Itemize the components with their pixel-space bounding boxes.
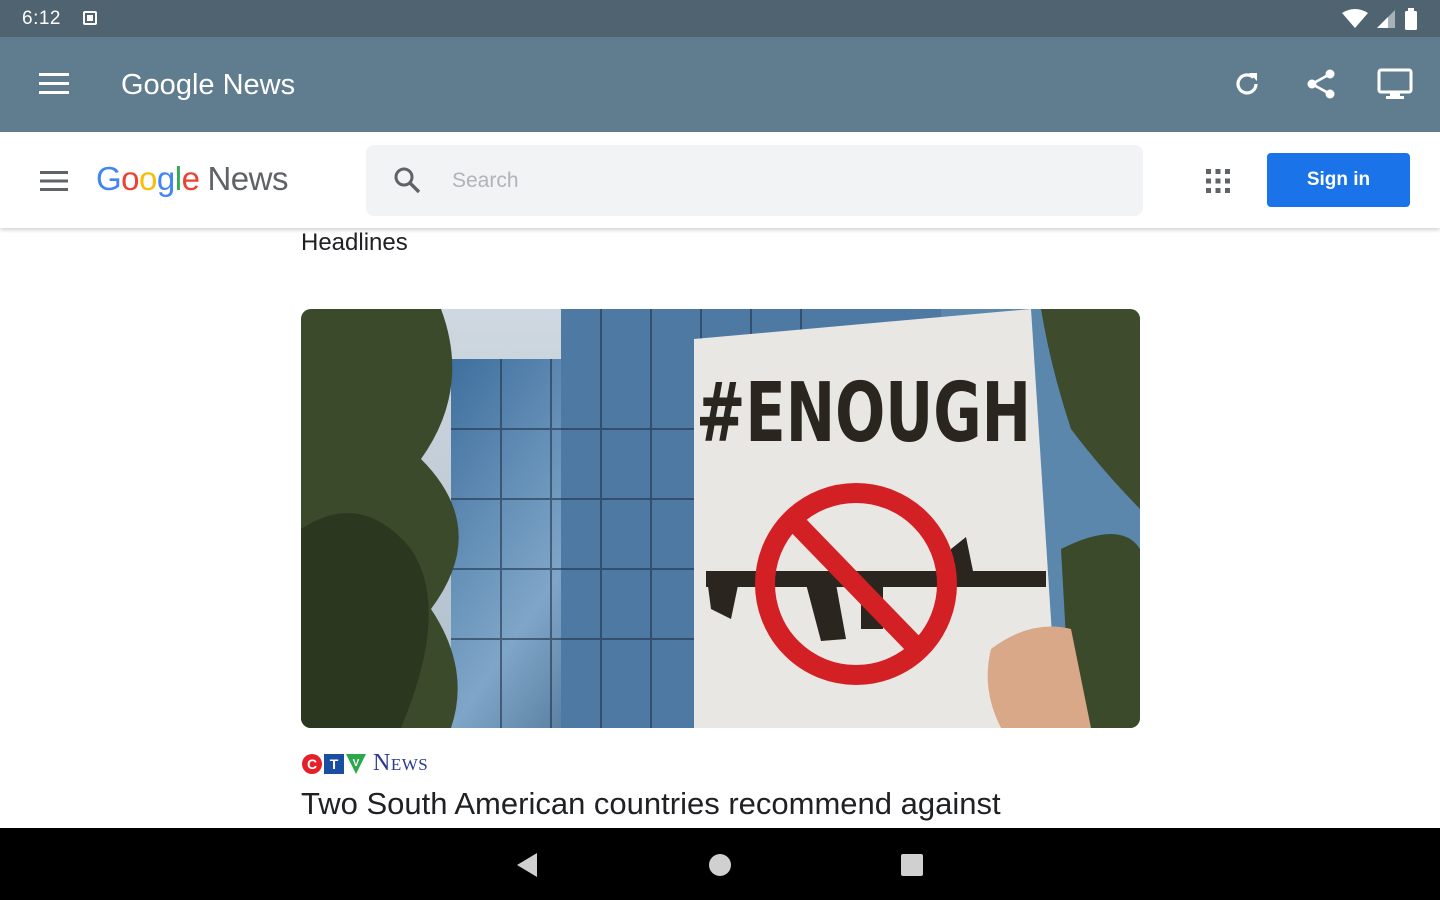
app-title: Google News [121,69,296,101]
main-menu-icon[interactable] [38,169,70,193]
article-headline[interactable]: Two South American countries recommend a… [301,786,1001,822]
logo-g1: G [96,160,122,197]
app-bar: Google News [0,37,1440,132]
source-news-label: News [373,750,429,776]
image-sign-text: #ENOUGH [696,366,1031,461]
article-image[interactable]: #ENOUGH [301,309,1140,728]
logo-g2: g [156,160,175,197]
share-button[interactable] [1302,65,1340,103]
status-time: 6:12 [22,8,61,29]
system-nav-bar [0,828,1440,900]
logo-e: e [181,160,200,197]
search-bar [366,145,1143,216]
menu-icon[interactable] [38,70,70,98]
sign-in-button[interactable]: Sign in [1267,153,1410,207]
refresh-button[interactable] [1228,65,1266,103]
recents-icon[interactable] [897,850,927,880]
share-icon [1307,69,1335,99]
notification-icon [83,11,97,25]
wifi-icon [1342,9,1368,28]
main-content: Headlines #ENOUGH C T V News Two South A… [0,228,1440,828]
home-icon[interactable] [705,850,735,880]
ctv-logo-icon: C T V [302,753,366,774]
ctv-letter-c: C [307,756,317,772]
article-source[interactable]: C T V News [301,750,428,777]
desktop-view-button[interactable] [1376,65,1414,103]
logo-news: News [207,160,288,197]
logo-o2: o [139,160,157,197]
back-icon[interactable] [513,850,543,880]
app-bar-actions [1228,65,1414,103]
ctv-letter-v: V [353,758,360,769]
ctv-letter-t: T [330,756,339,772]
status-icons [1342,8,1418,30]
logo-o1: o [121,160,140,197]
status-bar: 6:12 [0,0,1440,37]
cell-signal-icon [1377,10,1395,28]
search-icon[interactable] [392,165,422,195]
search-input[interactable] [452,163,1092,199]
apps-grid-icon[interactable] [1204,167,1232,195]
desktop-icon [1377,68,1413,99]
section-title: Headlines [301,229,408,256]
google-news-header: GoogleNews Sign in [0,132,1440,228]
battery-icon [1405,8,1417,30]
logo-l: l [174,160,182,197]
google-news-logo[interactable]: Google News [96,160,288,198]
refresh-icon [1236,73,1258,95]
